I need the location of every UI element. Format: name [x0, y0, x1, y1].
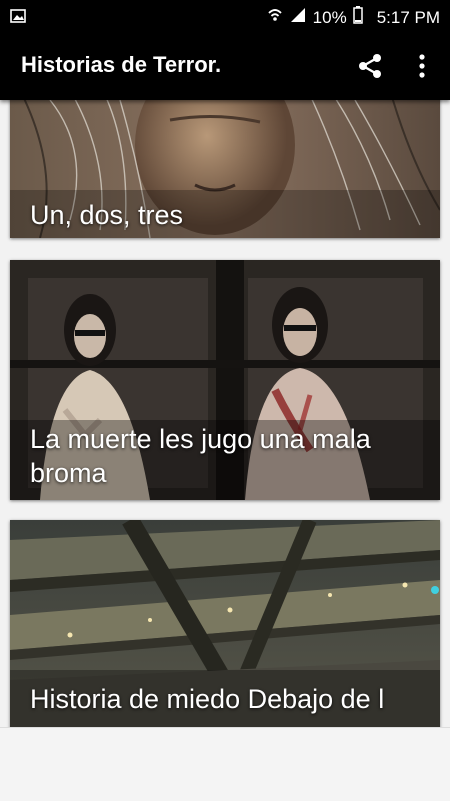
status-bar: 10% 5:17 PM	[0, 0, 450, 32]
battery-icon	[352, 6, 363, 29]
story-card[interactable]: La muerte les jugo una mala broma	[10, 260, 440, 500]
more-vert-icon	[419, 54, 425, 78]
share-button[interactable]	[356, 52, 384, 80]
app-title: Historias de Terror.	[21, 52, 222, 77]
story-title: Historia de miedo Debajo de l	[30, 684, 385, 714]
more-options-button[interactable]	[410, 52, 434, 80]
battery-percent: 10%	[312, 7, 347, 27]
story-title: Un, dos, tres	[30, 200, 184, 230]
story-card[interactable]: Un, dos, tres	[10, 100, 440, 238]
story-title: La muerte les jugo una mala broma	[30, 424, 371, 488]
story-list[interactable]: Un, dos, tres La muerte les jugo una mal…	[0, 100, 450, 727]
bottom-area	[0, 727, 450, 801]
wifi-icon	[267, 6, 283, 29]
signal-icon	[289, 6, 307, 29]
clock: 5:17 PM	[376, 7, 440, 27]
story-card[interactable]: Historia de miedo Debajo de l	[10, 520, 440, 727]
image-icon	[10, 8, 26, 29]
app-bar: Historias de Terror.	[0, 32, 450, 100]
share-icon	[359, 54, 381, 78]
